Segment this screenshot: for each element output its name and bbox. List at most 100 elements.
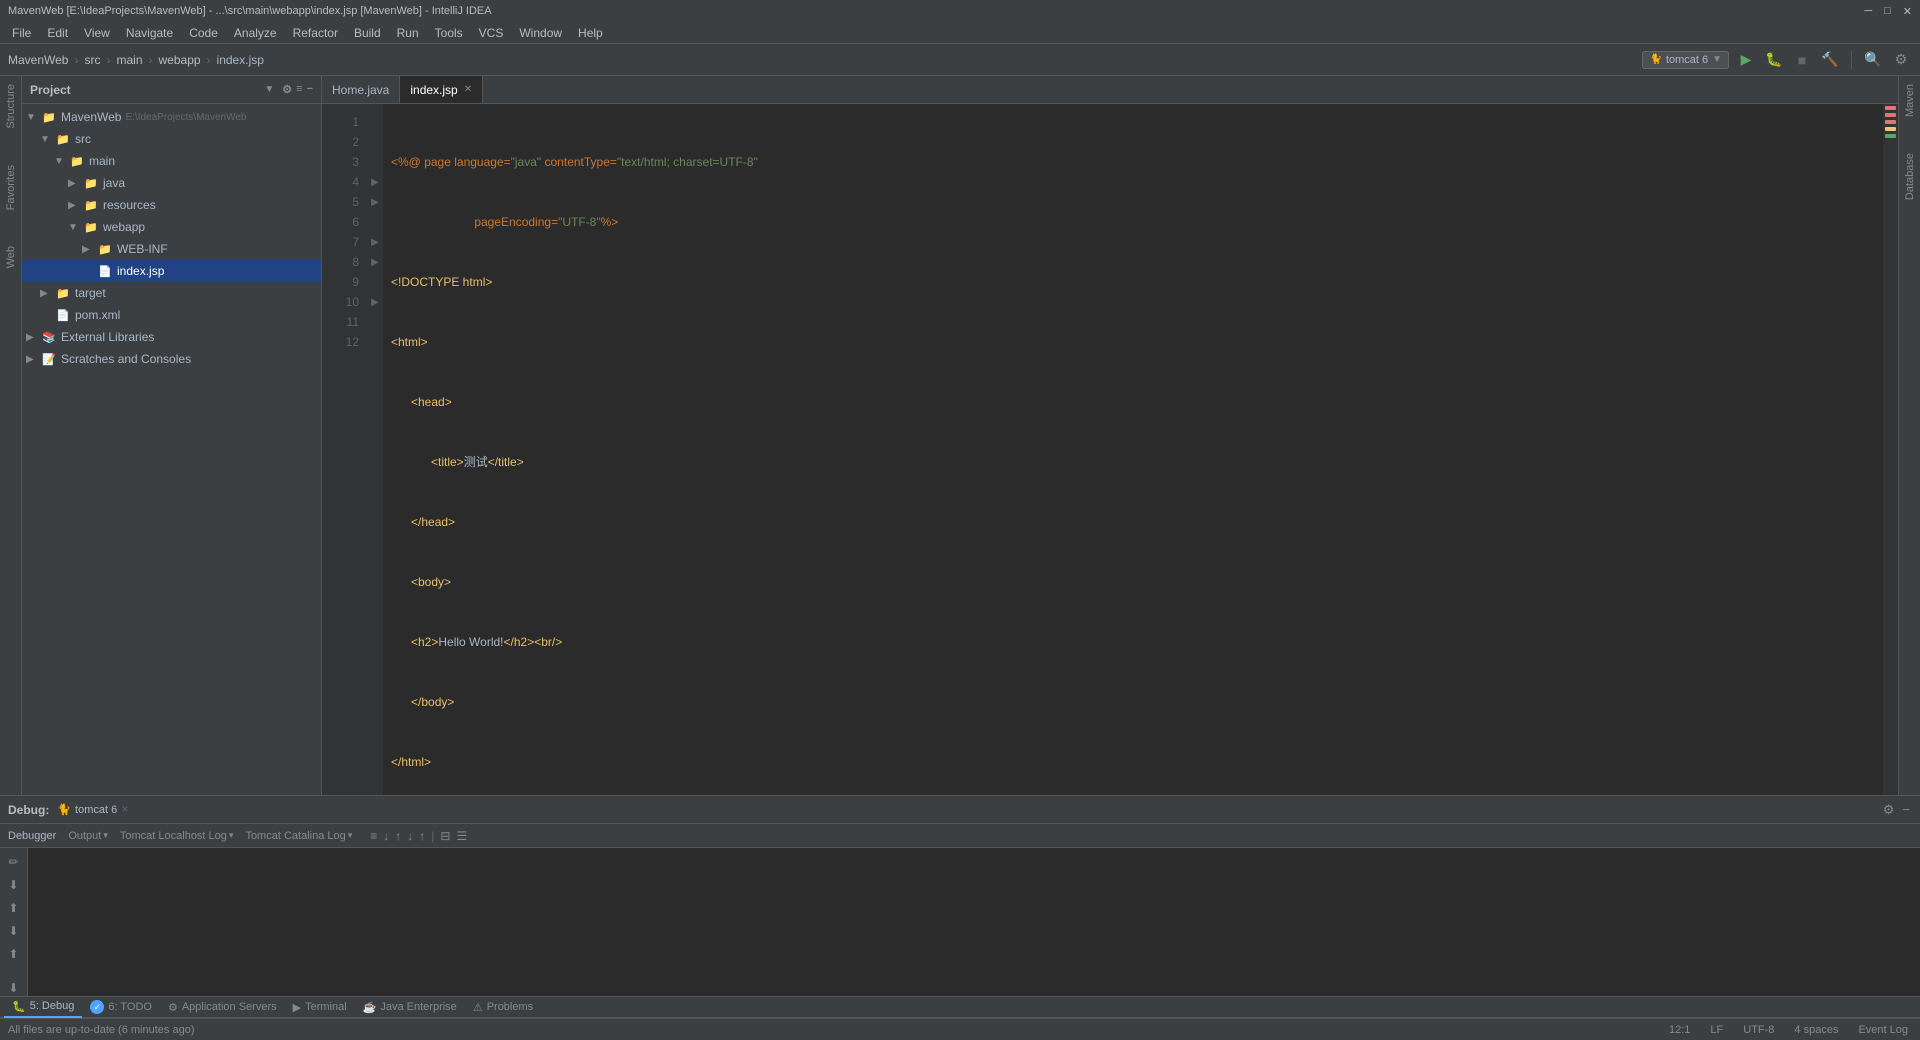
error-mark-2[interactable]: [1885, 113, 1896, 117]
btn-down[interactable]: ↓: [381, 829, 391, 843]
tree-item-target[interactable]: ▶ 📁 target: [22, 282, 321, 304]
debug-settings-icon[interactable]: ⚙: [1881, 802, 1897, 818]
gutter-5[interactable]: ▶: [367, 192, 383, 212]
tab-homejava[interactable]: Home.java: [322, 76, 400, 103]
debug-active-tab[interactable]: tomcat 6: [75, 804, 117, 816]
menu-item-edit[interactable]: Edit: [39, 24, 76, 42]
debug-minimize-icon[interactable]: −: [1900, 802, 1912, 818]
sync-icon[interactable]: ⚙: [282, 83, 292, 96]
gutter-6[interactable]: [367, 212, 383, 232]
minimize-btn[interactable]: ─: [1864, 5, 1872, 18]
bottom-tab-problems[interactable]: ⚠ Problems: [465, 996, 541, 1018]
pencil-btn[interactable]: ✏: [4, 852, 24, 872]
breadcrumb-main[interactable]: main: [116, 53, 142, 67]
menu-item-vcs[interactable]: VCS: [471, 24, 512, 42]
menu-item-navigate[interactable]: Navigate: [118, 24, 181, 42]
menu-item-analyze[interactable]: Analyze: [226, 24, 285, 42]
stop-btn[interactable]: ⬇: [4, 921, 24, 941]
btn-up[interactable]: ↑: [393, 829, 403, 843]
menu-item-view[interactable]: View: [76, 24, 118, 42]
gutter-10[interactable]: ▶: [367, 292, 383, 312]
btn-step-out[interactable]: ↑: [417, 829, 427, 843]
menu-item-window[interactable]: Window: [511, 24, 570, 42]
debug-button[interactable]: 🐛: [1763, 49, 1785, 71]
gutter-1[interactable]: [367, 112, 383, 132]
error-mark-3[interactable]: [1885, 120, 1896, 124]
stop-button[interactable]: ■: [1791, 49, 1813, 71]
breadcrumb-src[interactable]: src: [84, 53, 100, 67]
btn-align[interactable]: ≡: [368, 829, 379, 843]
bottom-tab-debug[interactable]: 🐛 5: Debug: [4, 996, 82, 1018]
menu-item-help[interactable]: Help: [570, 24, 611, 42]
error-mark-4[interactable]: [1885, 127, 1896, 131]
menu-item-code[interactable]: Code: [181, 24, 226, 42]
btn-grid[interactable]: ⊟: [438, 829, 452, 843]
maven-tab[interactable]: Maven: [1901, 76, 1919, 125]
status-encoding[interactable]: UTF-8: [1739, 1024, 1778, 1036]
tree-item-pomxml[interactable]: 📄 pom.xml: [22, 304, 321, 326]
close-btn[interactable]: ✕: [1903, 5, 1912, 18]
tree-item-mavenwebroot[interactable]: ▼ 📁 MavenWeb E:\IdeaProjects\MavenWeb: [22, 106, 321, 128]
database-tab[interactable]: Database: [1901, 145, 1919, 208]
minimize-panel-icon[interactable]: −: [307, 83, 313, 96]
code-content[interactable]: <%@ page language="java" contentType="te…: [383, 104, 1883, 795]
breadcrumb-webapp[interactable]: webapp: [159, 53, 201, 67]
breadcrumb-file[interactable]: index.jsp: [217, 53, 264, 67]
favorites-tab[interactable]: Favorites: [2, 157, 20, 218]
web-tab[interactable]: Web: [2, 238, 20, 276]
tomcat-catalina-tab[interactable]: Tomcat Catalina Log ▾: [241, 830, 356, 842]
structure-tab[interactable]: Structure: [2, 76, 20, 137]
error-mark-1[interactable]: [1885, 106, 1896, 110]
tree-item-scratches[interactable]: ▶ 📝 Scratches and Consoles: [22, 348, 321, 370]
gutter-4[interactable]: ▶: [367, 172, 383, 192]
menu-item-build[interactable]: Build: [346, 24, 389, 42]
bottom-tab-javaenterprise[interactable]: ☕ Java Enterprise: [355, 996, 465, 1018]
status-position[interactable]: 12:1: [1665, 1024, 1694, 1036]
tab-close-indexjsp[interactable]: ✕: [464, 84, 472, 95]
debug-tab-close[interactable]: ✕: [121, 804, 129, 815]
gutter-9[interactable]: [367, 272, 383, 292]
tree-item-main[interactable]: ▼ 📁 main: [22, 150, 321, 172]
gutter-7[interactable]: ▶: [367, 232, 383, 252]
menu-item-run[interactable]: Run: [389, 24, 427, 42]
output-tab[interactable]: Output ▾: [64, 830, 112, 842]
breadcrumb-project[interactable]: MavenWeb: [8, 53, 68, 67]
maximize-btn[interactable]: □: [1884, 5, 1891, 18]
menu-item-tools[interactable]: Tools: [427, 24, 471, 42]
gutter-3[interactable]: [367, 152, 383, 172]
menu-item-refactor[interactable]: Refactor: [285, 24, 346, 42]
tree-item-webapp[interactable]: ▼ 📁 webapp: [22, 216, 321, 238]
run-button[interactable]: ▶: [1735, 49, 1757, 71]
gutter-8[interactable]: ▶: [367, 252, 383, 272]
build-button[interactable]: 🔨: [1819, 49, 1841, 71]
settings-icon[interactable]: ≡: [296, 83, 302, 96]
btn-list[interactable]: ☰: [454, 829, 469, 843]
debugger-tab[interactable]: Debugger: [4, 830, 60, 842]
tree-item-java[interactable]: ▶ 📁 java: [22, 172, 321, 194]
bottom-tab-todo[interactable]: ✓ 6: TODO: [82, 996, 160, 1018]
rerun-btn[interactable]: ⬆: [4, 944, 24, 964]
tab-indexjsp[interactable]: index.jsp ✕: [400, 76, 483, 103]
bottom-tab-terminal[interactable]: ▶ Terminal: [285, 996, 355, 1018]
gutter-2[interactable]: [367, 132, 383, 152]
bookmark-btn[interactable]: ⬇: [4, 978, 24, 998]
gutter-11[interactable]: [367, 312, 383, 332]
menu-item-file[interactable]: File: [4, 24, 39, 42]
settings-btn[interactable]: ⚙: [1890, 49, 1912, 71]
status-indent[interactable]: 4 spaces: [1790, 1024, 1842, 1036]
gutter-12[interactable]: [367, 332, 383, 352]
tomcat-localhost-tab[interactable]: Tomcat Localhost Log ▾: [116, 830, 238, 842]
tree-item-resources[interactable]: ▶ 📁 resources: [22, 194, 321, 216]
bottom-tab-appservers[interactable]: ⚙ Application Servers: [160, 996, 285, 1018]
btn-step-in[interactable]: ↓: [405, 829, 415, 843]
tree-item-webinf[interactable]: ▶ 📁 WEB-INF: [22, 238, 321, 260]
project-dropdown-icon[interactable]: ▼: [264, 84, 274, 95]
tree-item-extlibs[interactable]: ▶ 📚 External Libraries: [22, 326, 321, 348]
error-mark-5[interactable]: [1885, 134, 1896, 138]
resume-btn[interactable]: ⬇: [4, 875, 24, 895]
status-lineending[interactable]: LF: [1706, 1024, 1727, 1036]
run-config[interactable]: 🐈 tomcat 6 ▼: [1642, 51, 1729, 69]
tree-item-src[interactable]: ▼ 📁 src: [22, 128, 321, 150]
status-eventlog[interactable]: Event Log: [1854, 1024, 1912, 1036]
search-btn[interactable]: 🔍: [1862, 49, 1884, 71]
